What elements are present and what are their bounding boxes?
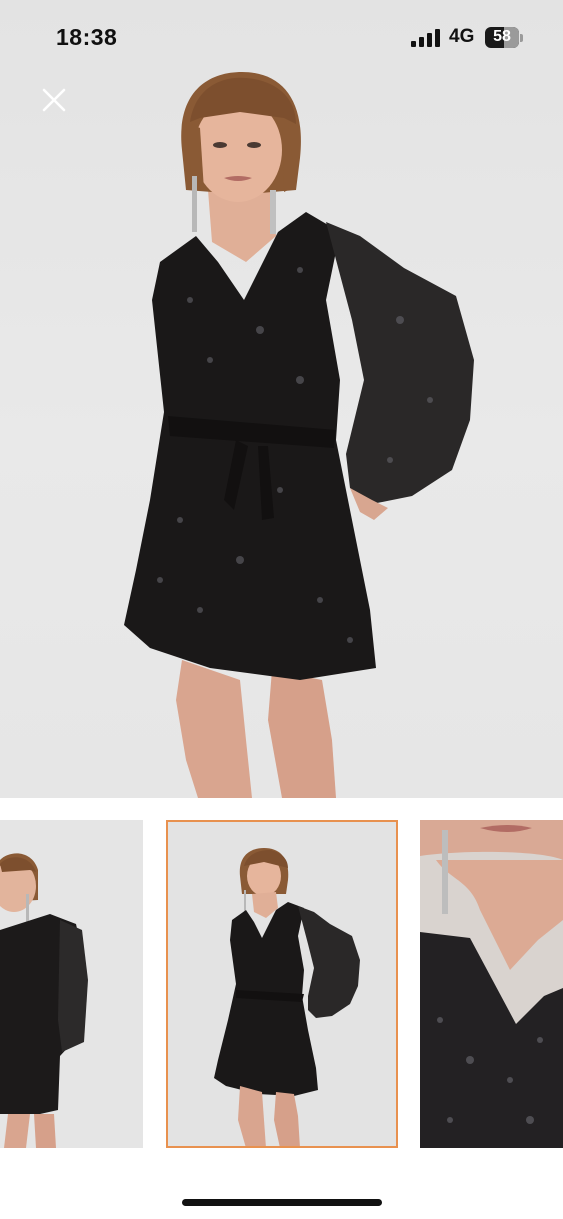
thumbnail-image	[420, 820, 563, 1148]
thumbnail-neckline-closeup[interactable]	[420, 820, 563, 1148]
battery-tip	[520, 34, 523, 42]
thumbnail-image	[214, 848, 360, 1148]
network-type: 4G	[449, 26, 475, 47]
thumbnail-strip[interactable]	[0, 820, 563, 1150]
cellular-signal-icon	[411, 29, 440, 47]
battery-level: 58	[493, 28, 511, 45]
close-icon	[42, 88, 66, 112]
close-button[interactable]	[38, 84, 70, 116]
product-photo	[124, 72, 474, 798]
status-bar: 18:38 4G 58	[0, 0, 563, 76]
home-indicator[interactable]	[182, 1199, 382, 1206]
thumbnail-front-view[interactable]	[166, 820, 398, 1148]
thumbnail-side-view[interactable]	[0, 820, 143, 1148]
battery-icon: 58	[485, 27, 519, 48]
thumbnail-image	[0, 853, 88, 1148]
product-image-viewer[interactable]: 18:38 4G 58	[0, 0, 563, 798]
status-time: 18:38	[56, 24, 118, 50]
